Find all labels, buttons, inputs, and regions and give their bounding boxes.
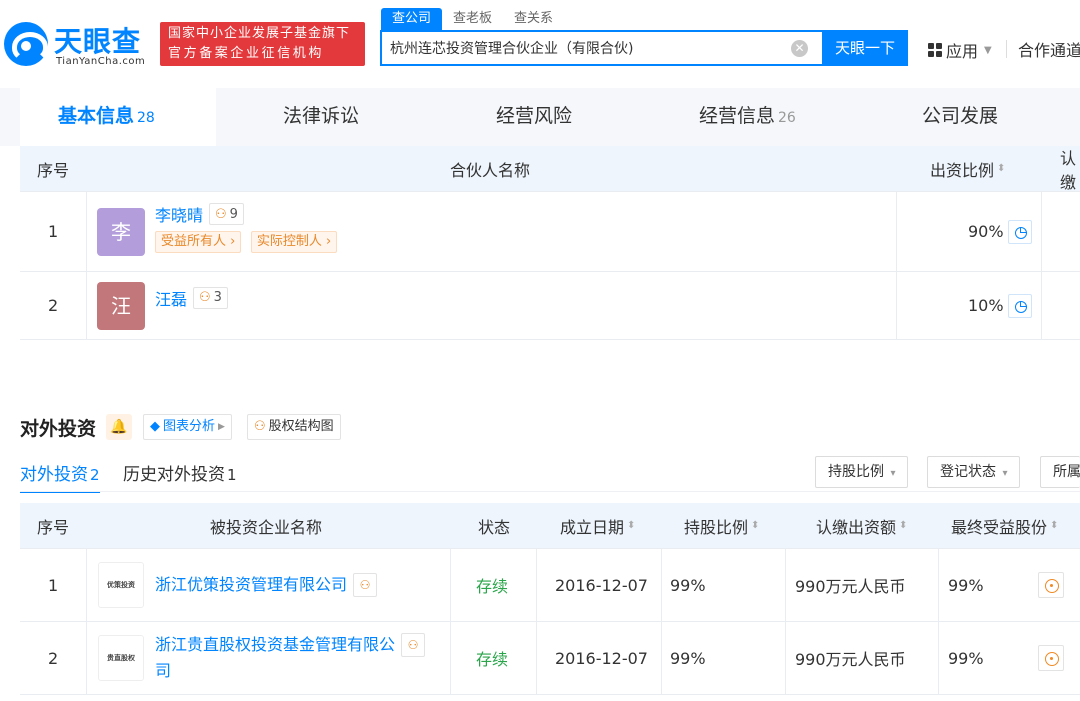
chevron-down-icon: ▼ [984, 44, 992, 56]
final-share-value: 99% [948, 648, 984, 668]
section-tabs: 基本信息 28 法律诉讼 经营风险 经营信息 26 公司发展 [0, 88, 1080, 146]
search-box: ✕ [380, 30, 822, 66]
ratio-value: 90% [968, 222, 1004, 241]
divider [20, 491, 1080, 492]
tab-risk[interactable]: 经营风险 [496, 88, 572, 146]
date-value: 2016-12-07 [555, 648, 648, 668]
tab-search-boss[interactable]: 查老板 [442, 8, 503, 30]
tab-legal[interactable]: 法律诉讼 [283, 88, 359, 146]
tab-operation[interactable]: 经营信息 26 [699, 88, 796, 146]
company-name-link[interactable]: 浙江优策投资管理有限公司 [155, 572, 347, 598]
divider [1006, 40, 1007, 58]
cooperation-link[interactable]: 合作通道 [1018, 37, 1080, 61]
col-share[interactable]: 持股比例 ⬍ [684, 503, 759, 548]
row-index: 2 [48, 296, 59, 315]
pie-chart-icon[interactable] [1007, 293, 1032, 318]
relation-badge[interactable]: ⚇ 3 [193, 286, 228, 309]
search-button[interactable]: 天眼一下 [822, 30, 908, 66]
company-name-link[interactable]: 浙江贵直股权投资基金管理有限公 司 [155, 632, 395, 684]
logo-text: 天眼查 [54, 25, 142, 58]
col-final-share[interactable]: 最终受益股份 ⬍ [951, 503, 1058, 548]
section-title: 对外投资 [20, 418, 97, 440]
tab-current-investment[interactable]: 对外投资 2 [20, 460, 100, 493]
pie-chart-icon[interactable] [1007, 219, 1032, 244]
table-row: 1 李 李晓晴 ⚇ 9 受益所有人 › 实际控制人 › 90% [20, 192, 1080, 272]
search-type-tabs: 查公司 查老板 查关系 [381, 8, 564, 30]
apps-menu[interactable]: 应用 ▼ [928, 38, 992, 62]
col-date[interactable]: 成立日期 ⬍ [560, 503, 635, 548]
official-banner: 国家中小企业发展子基金旗下 官方备案企业征信机构 [160, 22, 365, 66]
target-icon[interactable] [1038, 572, 1064, 598]
apps-label: 应用 [946, 42, 979, 61]
relation-badge[interactable]: ⚇ 9 [209, 203, 244, 225]
site-logo[interactable]: 天眼查 TianYanCha.com [4, 20, 154, 70]
sort-icon: ⬍ [627, 520, 636, 531]
table-row: 2 贵直股权 浙江贵直股权投资基金管理有限公 司 ⚇ 存续 2016-12-07… [20, 622, 1080, 695]
structure-icon[interactable]: ⚇ [353, 573, 378, 597]
row-index: 2 [48, 648, 59, 668]
partner-name-link[interactable]: 汪磊 [155, 286, 187, 310]
col-subscribed: 认缴 [1060, 148, 1077, 192]
tab-history-investment[interactable]: 历史对外投资 1 [123, 460, 237, 485]
share-value: 99% [670, 648, 706, 668]
avatar: 李 [97, 207, 145, 256]
status-badge: 存续 [476, 577, 509, 596]
structure-icon[interactable]: ⚇ [401, 633, 426, 657]
tag-actual-controller[interactable]: 实际控制人 › [250, 231, 338, 253]
chevron-right-icon: ▶ [218, 422, 225, 432]
company-logo: 优策投资 [98, 562, 144, 608]
relation-tree-icon: ⚇ [215, 206, 227, 222]
chart-analysis-button[interactable]: ◆ 图表分析 ▶ [143, 414, 232, 440]
capital-value: 990万元人民币 [795, 577, 906, 596]
sort-icon: ⬍ [751, 520, 760, 531]
ratio-value: 10% [968, 296, 1004, 315]
relation-tree-icon: ⚇ [199, 290, 211, 305]
table-header: 序号 合伙人名称 出资比例 ⬍ 认缴 [20, 146, 1080, 192]
sort-icon: ⬍ [997, 163, 1006, 174]
grid-icon [928, 43, 942, 57]
tag-beneficial-owner[interactable]: 受益所有人 › [155, 231, 242, 253]
status-badge: 存续 [476, 650, 509, 669]
filter-industry[interactable]: 所属 [1040, 456, 1080, 488]
table-row: 1 优策投资 浙江优策投资管理有限公司 ⚇ 存续 2016-12-07 99% … [20, 549, 1080, 622]
final-share-value: 99% [948, 575, 984, 595]
search-input[interactable] [390, 32, 780, 64]
sort-icon: ⬍ [1050, 520, 1059, 531]
sort-icon: ⬍ [899, 520, 908, 531]
col-partner-name: 合伙人名称 [450, 160, 531, 180]
clear-icon[interactable]: ✕ [791, 40, 808, 57]
row-index: 1 [48, 575, 59, 595]
chart-icon: ◆ [150, 419, 160, 434]
equity-structure-button[interactable]: ⚇ 股权结构图 [247, 414, 341, 440]
filter-share-ratio[interactable]: 持股比例 ▾ [815, 456, 909, 488]
logo-domain: TianYanCha.com [56, 56, 146, 67]
table-row: 2 汪 汪磊 ⚇ 3 10% [20, 272, 1080, 340]
tab-search-relation[interactable]: 查关系 [503, 8, 564, 30]
col-status: 状态 [478, 517, 511, 537]
row-index: 1 [48, 222, 59, 241]
capital-value: 990万元人民币 [795, 650, 906, 669]
share-value: 99% [670, 575, 706, 595]
col-index: 序号 [37, 160, 70, 180]
bell-icon[interactable]: 🔔 [106, 414, 132, 440]
col-ratio[interactable]: 出资比例 ⬍ [930, 146, 1005, 191]
tab-search-company[interactable]: 查公司 [381, 8, 443, 30]
avatar: 汪 [97, 281, 145, 330]
col-index: 序号 [37, 517, 70, 537]
col-capital[interactable]: 认缴出资额 ⬍ [816, 503, 907, 548]
col-company: 被投资企业名称 [210, 517, 323, 537]
date-value: 2016-12-07 [555, 575, 648, 595]
tab-basic-info[interactable]: 基本信息 28 [20, 88, 216, 146]
chevron-down-icon: ▾ [890, 468, 896, 479]
tab-development[interactable]: 公司发展 [922, 88, 998, 146]
chevron-down-icon: ▾ [1002, 468, 1008, 479]
table-header: 序号 被投资企业名称 状态 成立日期 ⬍ 持股比例 ⬍ 认缴出资额 ⬍ 最终受益股份 ⬍ [20, 503, 1080, 549]
company-logo: 贵直股权 [98, 635, 144, 681]
structure-icon: ⚇ [254, 419, 266, 434]
partner-name-link[interactable]: 李晓晴 [155, 202, 203, 226]
top-bar: 天眼查 TianYanCha.com 国家中小企业发展子基金旗下 官方备案企业征… [0, 0, 1080, 88]
eye-logo-icon [4, 22, 48, 66]
filter-registration-status[interactable]: 登记状态 ▾ [927, 456, 1021, 488]
target-icon[interactable] [1038, 645, 1064, 671]
